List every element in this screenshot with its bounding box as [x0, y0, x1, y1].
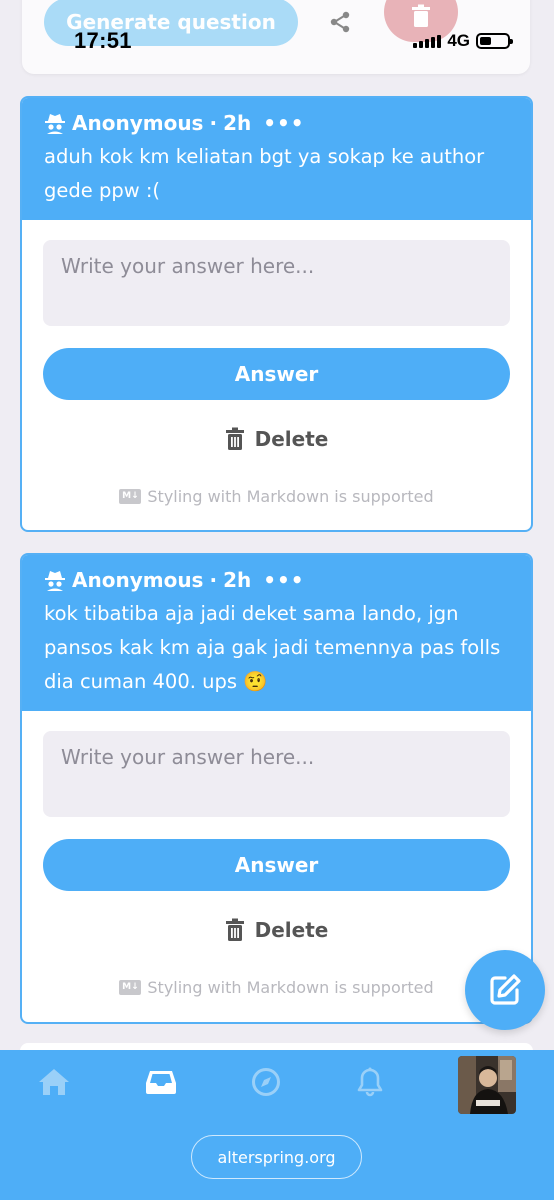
more-options-icon[interactable]: ••• — [263, 568, 304, 592]
markdown-note-text: Styling with Markdown is supported — [147, 486, 434, 506]
question-card: Anonymous · 2h ••• kok tibatiba aja jadi… — [20, 553, 533, 1024]
question-meta: Anonymous · 2h ••• — [44, 108, 509, 138]
home-icon — [39, 1069, 69, 1095]
compose-button[interactable] — [465, 950, 545, 1030]
nav-notifications[interactable] — [348, 1064, 392, 1100]
question-time: 2h — [223, 111, 252, 135]
compass-icon — [252, 1068, 280, 1096]
bottom-nav: alterspring.org — [0, 1050, 554, 1200]
markdown-icon: M↓ — [119, 488, 142, 504]
delete-label: Delete — [254, 427, 329, 451]
question-header: Anonymous · 2h ••• aduh kok km keliatan … — [22, 98, 531, 220]
delete-label: Delete — [254, 918, 329, 942]
status-indicators: 4G — [413, 31, 513, 51]
trash-icon — [225, 427, 244, 450]
answer-input[interactable] — [43, 240, 510, 326]
meta-separator: · — [209, 568, 218, 592]
question-text: kok tibatiba aja jadi deket sama lando, … — [44, 602, 501, 693]
network-type: 4G — [447, 31, 470, 50]
signal-icon — [413, 34, 442, 48]
delete-button[interactable]: Delete — [43, 424, 510, 454]
markdown-icon: M↓ — [119, 979, 142, 995]
bell-icon — [357, 1067, 383, 1097]
answer-button[interactable]: Answer — [43, 348, 510, 400]
answer-input[interactable] — [43, 731, 510, 817]
more-options-icon[interactable]: ••• — [263, 111, 304, 135]
status-bar: 17:51 4G — [0, 0, 554, 70]
markdown-note: M↓ Styling with Markdown is supported — [43, 975, 510, 999]
question-author: Anonymous — [72, 568, 204, 592]
question-text: aduh kok km keliatan bgt ya sokap ke aut… — [44, 145, 485, 202]
edit-icon — [490, 974, 521, 1005]
avatar[interactable] — [458, 1056, 516, 1114]
question-header: Anonymous · 2h ••• kok tibatiba aja jadi… — [22, 555, 531, 711]
site-link[interactable]: alterspring.org — [191, 1135, 362, 1179]
answer-button[interactable]: Answer — [43, 839, 510, 891]
question-time: 2h — [223, 568, 252, 592]
trash-icon — [225, 918, 244, 941]
markdown-note-text: Styling with Markdown is supported — [147, 977, 434, 997]
question-card: Anonymous · 2h ••• aduh kok km keliatan … — [20, 96, 533, 532]
delete-button[interactable]: Delete — [43, 915, 510, 945]
nav-inbox[interactable] — [139, 1064, 183, 1100]
nav-home[interactable] — [32, 1064, 76, 1100]
spy-icon — [45, 114, 65, 134]
inbox-icon — [146, 1071, 176, 1094]
nav-explore[interactable] — [244, 1064, 288, 1100]
question-author: Anonymous — [72, 111, 204, 135]
battery-icon — [476, 33, 513, 49]
markdown-note: M↓ Styling with Markdown is supported — [43, 484, 510, 508]
status-time: 17:51 — [74, 28, 132, 53]
meta-separator: · — [209, 111, 218, 135]
spy-icon — [45, 571, 65, 591]
question-meta: Anonymous · 2h ••• — [44, 565, 509, 595]
